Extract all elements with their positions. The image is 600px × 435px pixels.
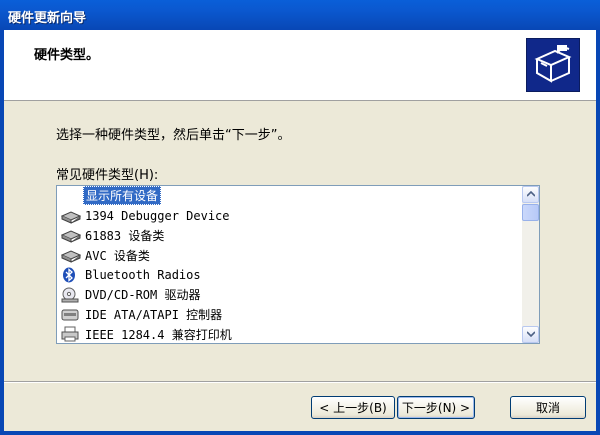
wizard-body: 选择一种硬件类型，然后单击“下一步”。 常见硬件类型(H): 显示所有设备 13… xyxy=(4,101,596,381)
hardware-type-label-text: 常见硬件类型 xyxy=(56,168,135,183)
device-icon xyxy=(60,227,83,244)
chevron-down-icon xyxy=(526,331,535,337)
hardware-type-list: 显示所有设备 1394 Debugger Device 61883 设备类 AV… xyxy=(57,186,522,343)
hardware-type-listbox[interactable]: 显示所有设备 1394 Debugger Device 61883 设备类 AV… xyxy=(56,185,540,344)
list-item-label: 61883 设备类 xyxy=(85,228,165,243)
device-icon xyxy=(60,247,83,264)
list-item-label: AVC 设备类 xyxy=(85,248,150,263)
list-item-label: 1394 Debugger Device xyxy=(85,208,230,223)
printer-icon xyxy=(61,326,83,342)
back-button[interactable]: < 上一步(B) xyxy=(311,396,395,419)
window-frame-bottom xyxy=(0,431,600,435)
list-item[interactable]: IEEE 1284.4 兼容打印机 xyxy=(57,325,522,343)
wizard-header: 硬件类型。 xyxy=(4,30,596,101)
list-item[interactable]: AVC 设备类 xyxy=(57,245,522,265)
window-frame-right xyxy=(596,30,600,435)
list-item[interactable]: 1394 Debugger Device xyxy=(57,206,522,226)
list-item[interactable]: IDE ATA/ATAPI 控制器 xyxy=(57,305,522,325)
cdrom-icon xyxy=(61,287,83,303)
device-icon xyxy=(60,208,83,224)
list-item[interactable]: Bluetooth Radios xyxy=(57,265,522,285)
footer-divider xyxy=(4,381,596,383)
list-item-label: IEEE 1284.4 兼容打印机 xyxy=(85,327,232,342)
chevron-up-icon xyxy=(526,191,535,197)
list-item-label: IDE ATA/ATAPI 控制器 xyxy=(85,308,223,323)
list-item-label: 显示所有设备 xyxy=(83,186,162,206)
list-item-label: DVD/CD-ROM 驱动器 xyxy=(85,288,201,303)
hardware-type-label: 常见硬件类型(H): xyxy=(56,164,158,183)
scroll-thumb[interactable] xyxy=(522,204,539,221)
blank-icon xyxy=(61,188,83,204)
page-heading: 硬件类型。 xyxy=(34,48,100,63)
scroll-down-button[interactable] xyxy=(522,326,539,343)
scroll-up-button[interactable] xyxy=(522,186,539,203)
cancel-button[interactable]: 取消 xyxy=(510,396,586,419)
list-scrollbar[interactable] xyxy=(522,186,539,343)
hardware-type-label-hotkey: (H): xyxy=(134,168,159,183)
ide-controller-icon xyxy=(61,307,83,323)
bluetooth-icon xyxy=(61,267,83,283)
hardware-wizard-icon xyxy=(526,38,580,92)
title-bar: 硬件更新向导 xyxy=(0,0,600,30)
list-item[interactable]: DVD/CD-ROM 驱动器 xyxy=(57,285,522,305)
instruction-text: 选择一种硬件类型，然后单击“下一步”。 xyxy=(56,128,291,143)
list-item[interactable]: 61883 设备类 xyxy=(57,226,522,246)
list-item-label: Bluetooth Radios xyxy=(85,268,201,283)
next-button[interactable]: 下一步(N) > xyxy=(397,396,475,419)
list-item[interactable]: 显示所有设备 xyxy=(57,186,522,206)
window-title: 硬件更新向导 xyxy=(8,11,87,26)
